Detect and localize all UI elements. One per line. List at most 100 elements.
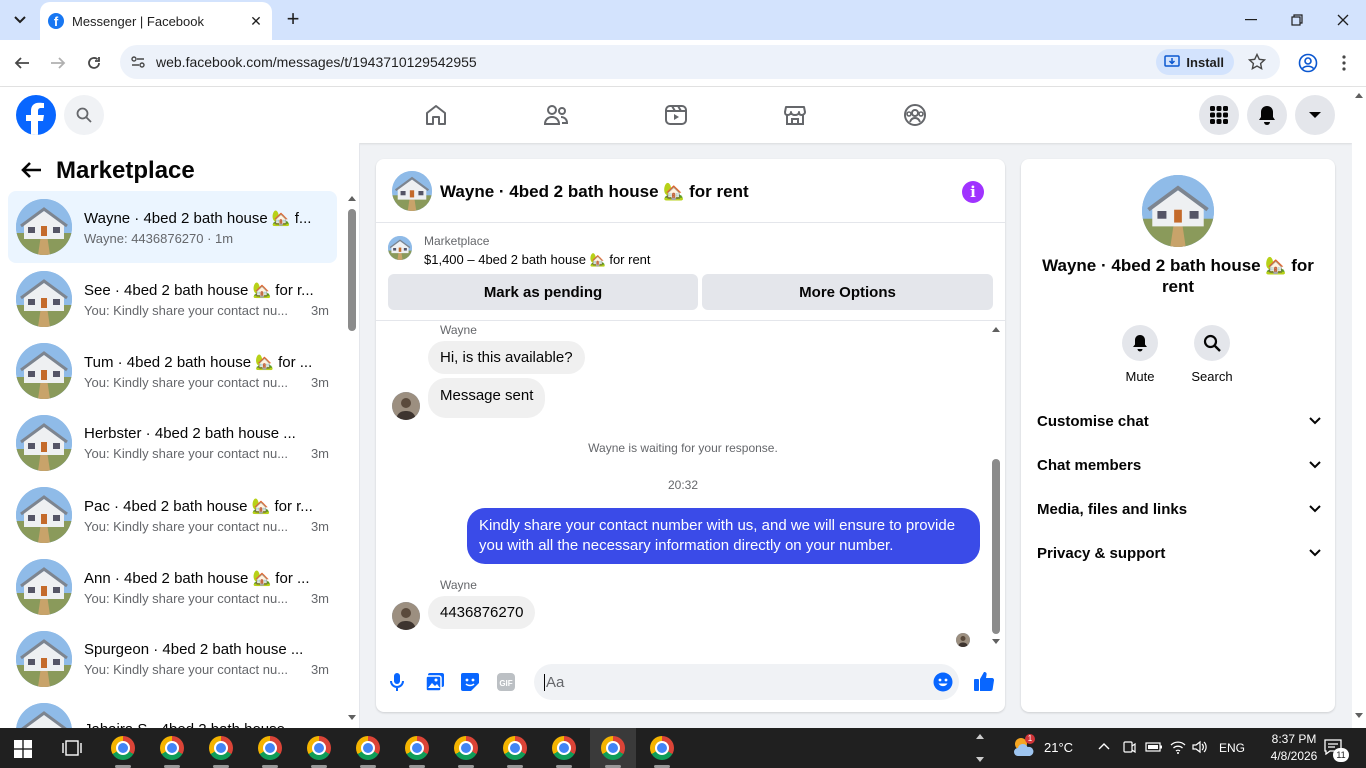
sender-avatar[interactable] (392, 602, 420, 630)
outgoing-message[interactable]: Kindly share your contact number with us… (467, 508, 980, 564)
conversation-avatar[interactable] (16, 631, 72, 687)
media-files-links-row[interactable]: Media, files and links (1037, 491, 1321, 527)
bookmark-star-icon[interactable] (1248, 53, 1266, 71)
conversation-item[interactable]: Jahaira S · 4bed 2 bath house ... (8, 695, 337, 728)
conversation-item[interactable]: Herbster · 4bed 2 bath house ... You: Kin… (8, 407, 337, 479)
sticker-icon[interactable] (460, 672, 480, 692)
new-tab-button[interactable]: + (282, 8, 304, 30)
taskbar-chrome-window[interactable] (590, 728, 636, 768)
clock[interactable]: 8:37 PM 4/8/2026 (1258, 732, 1330, 763)
tab-search-dropdown-icon[interactable] (8, 9, 32, 31)
account-dropdown-icon[interactable] (1295, 95, 1335, 135)
tray-chevron-up-icon[interactable] (1098, 742, 1110, 750)
notifications-bell-icon[interactable] (1247, 95, 1287, 135)
incoming-message[interactable]: 4436876270 (428, 596, 536, 629)
emoji-icon[interactable] (933, 672, 953, 692)
microphone-icon[interactable] (390, 672, 404, 692)
taskbar-chrome-window[interactable] (394, 728, 440, 768)
gif-icon[interactable]: GIF (496, 672, 516, 692)
conversation-item[interactable]: Ann · 4bed 2 bath house 🏡 for ... You: Ki… (8, 551, 337, 623)
watch-video-icon[interactable] (620, 87, 732, 143)
site-info-icon[interactable] (130, 54, 146, 70)
incoming-message[interactable]: Hi, is this available? (428, 341, 585, 374)
groups-icon[interactable] (859, 87, 971, 143)
browser-menu-icon[interactable] (1329, 48, 1359, 78)
conversation-item[interactable]: Pac · 4bed 2 bath house 🏡 for r... You: K… (8, 479, 337, 551)
volume-icon[interactable] (1192, 740, 1208, 754)
info-icon[interactable]: i (962, 181, 984, 203)
taskbar-chrome-window[interactable] (149, 728, 195, 768)
conversation-avatar[interactable] (16, 487, 72, 543)
close-window-button[interactable] (1320, 0, 1366, 40)
task-view-icon[interactable] (62, 739, 82, 757)
restore-button[interactable] (1274, 0, 1320, 40)
conversation-avatar[interactable] (16, 703, 72, 728)
windows-start-icon[interactable] (14, 740, 32, 758)
conversation-list-scrollbar[interactable] (347, 195, 357, 728)
search-icon[interactable] (1194, 325, 1230, 361)
conversation-item[interactable]: Wayne · 4bed 2 bath house 🏡 f... Wayne: 4… (8, 191, 337, 263)
install-app-button[interactable]: Install (1156, 49, 1234, 75)
meet-now-icon[interactable] (1122, 740, 1136, 756)
menu-grid-icon[interactable] (1199, 95, 1239, 135)
mark-as-pending-button[interactable]: Mark as pending (388, 274, 698, 310)
listing-thumbnail[interactable] (388, 236, 412, 260)
sender-avatar[interactable] (392, 392, 420, 420)
facebook-logo-icon[interactable] (16, 95, 56, 135)
taskbar-chrome-window[interactable] (198, 728, 244, 768)
listing-price[interactable]: $1,400 – 4bed 2 bath house 🏡 for rent (424, 252, 651, 268)
input-language[interactable]: ENG (1219, 741, 1245, 755)
back-arrow-icon[interactable] (20, 161, 42, 179)
message-input[interactable]: Aa (534, 664, 959, 700)
customise-chat-row[interactable]: Customise chat (1037, 403, 1321, 439)
close-tab-icon[interactable]: ✕ (248, 13, 264, 29)
taskbar-chrome-window[interactable] (345, 728, 391, 768)
privacy-support-row[interactable]: Privacy & support (1037, 535, 1321, 571)
conversation-avatar[interactable] (16, 199, 72, 255)
battery-icon[interactable] (1145, 741, 1163, 753)
details-avatar[interactable] (1142, 175, 1214, 247)
chat-scrollbar[interactable] (990, 322, 1002, 652)
facebook-search-icon[interactable] (64, 95, 104, 135)
weather-temp[interactable]: 21°C (1044, 740, 1073, 755)
friends-icon[interactable] (500, 87, 612, 143)
url-text[interactable]: web.facebook.com/messages/t/194371012954… (156, 54, 1156, 70)
taskbar-chrome-window[interactable] (296, 728, 342, 768)
search-action[interactable]: Search (1182, 325, 1242, 384)
taskbar-chrome-window[interactable] (639, 728, 685, 768)
mute-bell-icon[interactable] (1122, 325, 1158, 361)
more-options-button[interactable]: More Options (702, 274, 993, 310)
taskbar-scroll-icon[interactable] (975, 730, 985, 766)
marketplace-icon[interactable] (739, 87, 851, 143)
chat-members-row[interactable]: Chat members (1037, 447, 1321, 483)
chat-title[interactable]: Wayne · 4bed 2 bath house 🏡 for rent (440, 182, 749, 202)
conversation-avatar[interactable] (16, 559, 72, 615)
taskbar-chrome-window[interactable] (443, 728, 489, 768)
conversation-item[interactable]: Tum · 4bed 2 bath house 🏡 for ... You: Ki… (8, 335, 337, 407)
home-icon[interactable] (380, 87, 492, 143)
profile-icon[interactable] (1293, 48, 1323, 78)
taskbar-chrome-window[interactable] (247, 728, 293, 768)
photo-attach-icon[interactable] (425, 672, 445, 692)
conversation-avatar[interactable] (16, 343, 72, 399)
taskbar-chrome-window[interactable] (541, 728, 587, 768)
minimize-button[interactable] (1228, 0, 1274, 40)
conversation-avatar[interactable] (16, 415, 72, 471)
mute-action[interactable]: Mute (1110, 325, 1170, 384)
chat-avatar[interactable] (392, 171, 432, 211)
conversation-item[interactable]: Spurgeon · 4bed 2 bath house ... You: Kin… (8, 623, 337, 695)
taskbar-chrome-window[interactable] (492, 728, 538, 768)
wifi-icon[interactable] (1170, 740, 1186, 754)
back-arrow-icon[interactable] (7, 48, 37, 78)
forward-arrow-icon[interactable] (43, 48, 73, 78)
conversation-avatar[interactable] (16, 271, 72, 327)
page-scrollbar[interactable] (1352, 87, 1366, 728)
taskbar-chrome-window[interactable] (100, 728, 146, 768)
conversation-item[interactable]: See · 4bed 2 bath house 🏡 for r... You: K… (8, 263, 337, 335)
address-bar[interactable]: web.facebook.com/messages/t/194371012954… (120, 45, 1280, 79)
like-thumbs-up-icon[interactable] (973, 670, 995, 692)
chrome-icon (111, 736, 135, 760)
reload-icon[interactable] (79, 48, 109, 78)
incoming-message[interactable]: Message sent (428, 378, 546, 418)
browser-tab[interactable]: f Messenger | Facebook ✕ (40, 2, 272, 40)
